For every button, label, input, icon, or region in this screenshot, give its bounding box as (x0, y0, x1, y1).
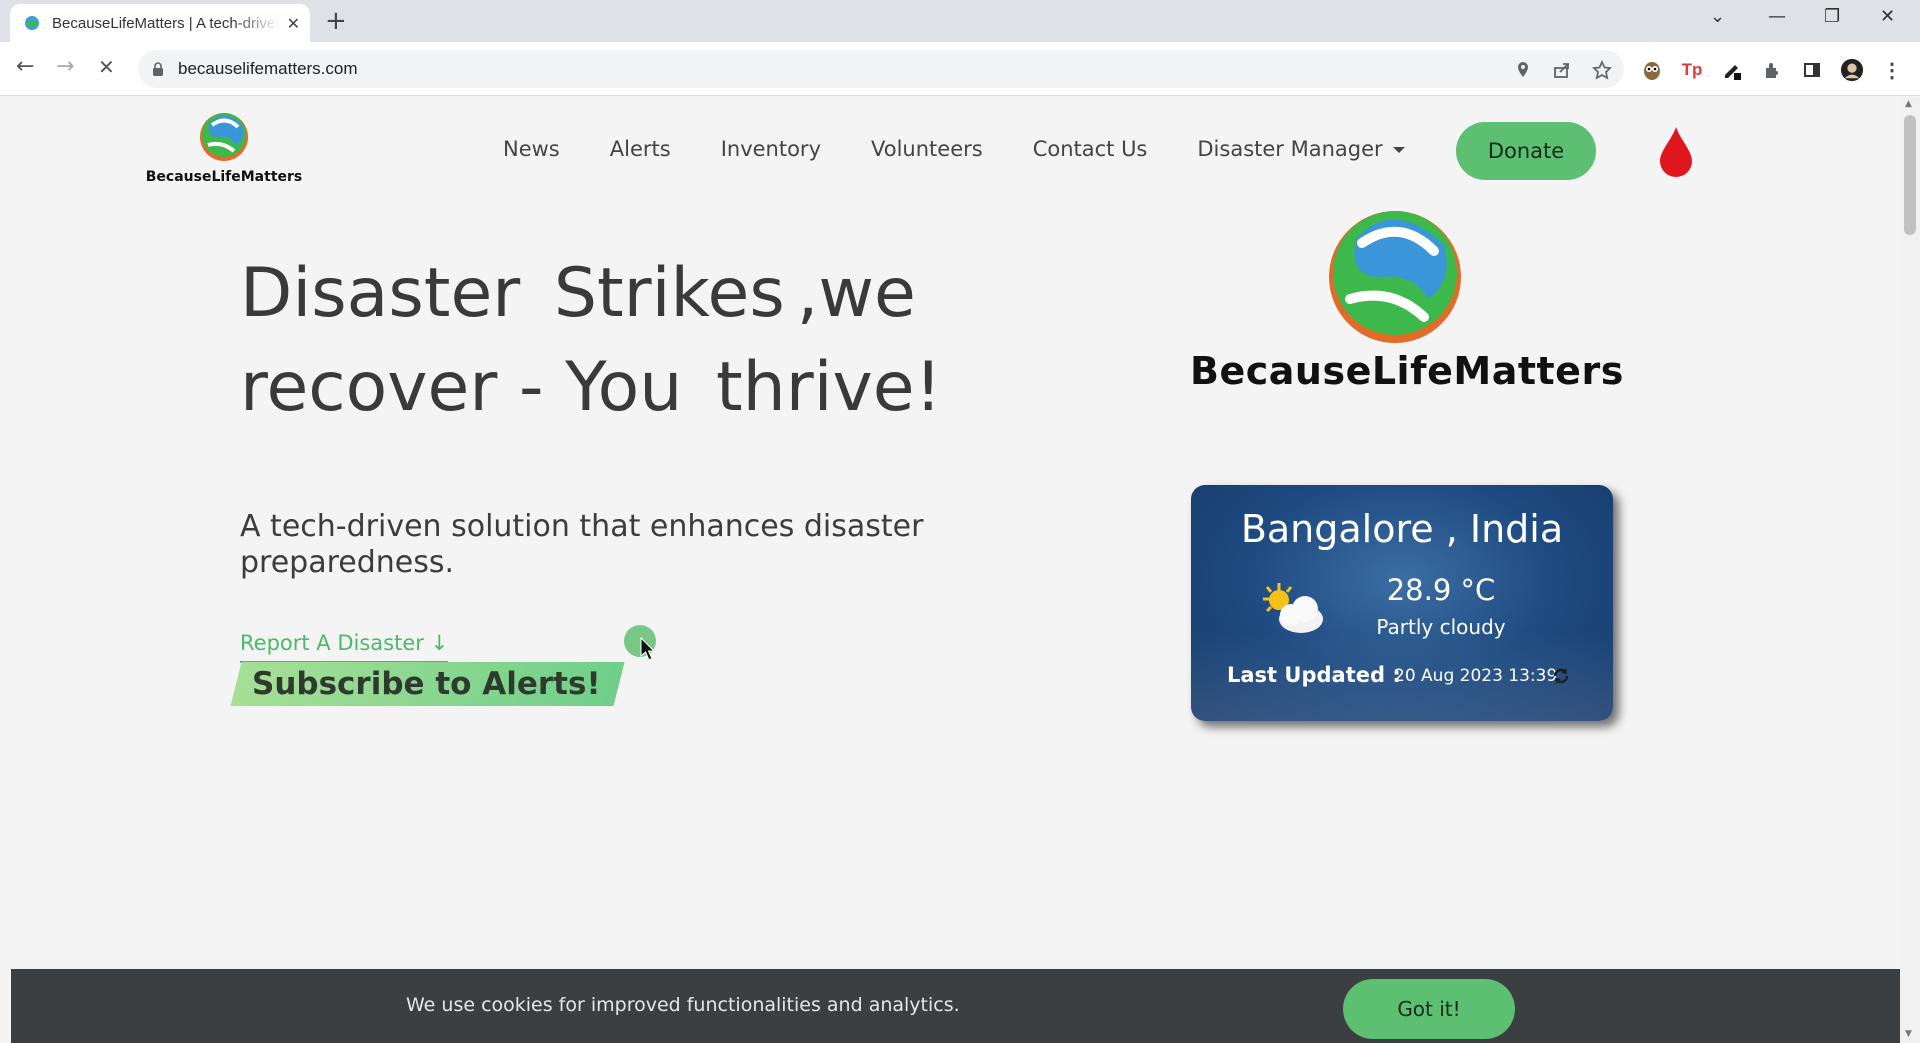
nav-disaster-manager[interactable]: Disaster Manager (1197, 137, 1405, 161)
headline-word-we: ,we (796, 254, 916, 333)
headline-line-2: recover - You thrive! (240, 341, 954, 435)
donate-button[interactable]: Donate (1456, 122, 1596, 180)
headline-recover-you: recover - You (240, 348, 683, 427)
cookie-accept-button[interactable]: Got it! (1343, 979, 1515, 1039)
nav-news[interactable]: News (503, 137, 560, 161)
report-disaster-link[interactable]: Report A Disaster ↓ (240, 631, 449, 663)
extensions-icon[interactable] (1760, 58, 1784, 82)
globe-logo-icon (200, 113, 248, 161)
headline-word-strikes: Strikes (553, 254, 785, 333)
nav-contact-us[interactable]: Contact Us (1033, 137, 1148, 161)
headline-word-thrive: thrive! (715, 348, 942, 427)
browser-tab-strip: BecauseLifeMatters | A tech-driven solut… (0, 0, 1920, 42)
owl-extension-icon[interactable] (1640, 58, 1664, 82)
brand-wordmark: BecauseLifeMatters (145, 169, 303, 185)
cookie-banner: We use cookies for improved functionalit… (11, 969, 1900, 1043)
tab-title: BecauseLifeMatters | A tech-driven solut… (52, 14, 279, 32)
weather-location: Bangalore , India (1240, 507, 1564, 551)
globe-logo-icon (1329, 211, 1461, 343)
partly-cloudy-icon (1263, 583, 1323, 633)
hero-headline: Disaster Strikes ,we recover - You thrive… (240, 247, 954, 435)
refresh-icon[interactable] (1551, 666, 1571, 686)
star-icon[interactable] (1591, 59, 1613, 81)
nav-volunteers[interactable]: Volunteers (871, 137, 983, 161)
site-favicon-icon (25, 16, 39, 30)
weather-card: Bangalore , India 28.9 °C Partly cloudy … (1191, 485, 1613, 721)
headline-word-disaster: Disaster (240, 254, 521, 333)
side-panel-icon[interactable] (1800, 58, 1824, 82)
browser-tab[interactable]: BecauseLifeMatters | A tech-driven solut… (10, 4, 310, 42)
back-button[interactable]: ← (16, 54, 34, 79)
headline-line-1: Disaster Strikes ,we (240, 247, 954, 341)
page-viewport: BecauseLifeMatters News Alerts Inventory… (0, 97, 1900, 1043)
tab-search-icon[interactable]: ⌄ (1710, 6, 1725, 27)
hero-logo: BecauseLifeMatters (1190, 207, 1624, 393)
lock-icon (153, 62, 163, 76)
scroll-up-icon[interactable]: ▲ (1905, 99, 1912, 109)
new-tab-button[interactable]: + (325, 6, 347, 36)
close-window-button[interactable]: ✕ (1880, 6, 1895, 27)
highlight-thrive: thrive! (704, 341, 954, 435)
site-logo[interactable]: BecauseLifeMatters (144, 111, 304, 185)
forward-button[interactable]: → (56, 54, 74, 79)
scrollbar-thumb[interactable] (1904, 115, 1916, 235)
blood-drop-icon[interactable] (1656, 125, 1696, 179)
last-updated-label: Last Updated : (1227, 663, 1401, 687)
tp-extension-icon[interactable]: Tp (1680, 58, 1704, 82)
edit-extension-icon[interactable] (1720, 58, 1744, 82)
cookie-message: We use cookies for improved functionalit… (406, 994, 960, 1016)
nav-alerts[interactable]: Alerts (610, 137, 671, 161)
last-updated-value: 20 Aug 2023 13:39 (1394, 666, 1558, 686)
subscribe-heading: Subscribe to Alerts! (240, 662, 615, 706)
restore-button[interactable]: ❐ (1824, 6, 1840, 27)
nav-inventory[interactable]: Inventory (721, 137, 821, 161)
browser-toolbar: ← → ✕ becauselifematters.com (0, 42, 1920, 96)
scroll-down-icon[interactable]: ▼ (1905, 1029, 1912, 1039)
weather-temperature: 28.9 °C (1386, 573, 1496, 607)
stop-loading-button[interactable]: ✕ (98, 55, 115, 79)
highlight-strikes: Strikes (542, 247, 797, 341)
mouse-pointer-icon (640, 637, 656, 661)
nav-disaster-manager-label: Disaster Manager (1197, 137, 1383, 161)
address-bar[interactable]: becauselifematters.com (138, 50, 1624, 88)
profile-avatar-icon[interactable] (1840, 58, 1864, 82)
caret-down-icon (1392, 147, 1405, 153)
page-scrollbar[interactable]: ▲ ▼ (1900, 97, 1920, 1043)
hero-subtitle: A tech-driven solution that enhances dis… (240, 509, 924, 580)
location-icon[interactable] (1512, 59, 1534, 81)
url-text: becauselifematters.com (178, 59, 358, 78)
tab-close-icon[interactable]: ✕ (287, 14, 300, 33)
share-icon[interactable] (1551, 59, 1573, 81)
weather-condition: Partly cloudy (1376, 615, 1506, 639)
minimize-button[interactable]: — (1768, 6, 1786, 27)
main-nav: News Alerts Inventory Volunteers Contact… (503, 137, 1455, 161)
subscribe-heading-text: Subscribe to Alerts! (252, 666, 601, 702)
browser-menu-icon[interactable]: ⋮ (1880, 58, 1904, 82)
hero-brand-wordmark: BecauseLifeMatters (1190, 349, 1624, 393)
